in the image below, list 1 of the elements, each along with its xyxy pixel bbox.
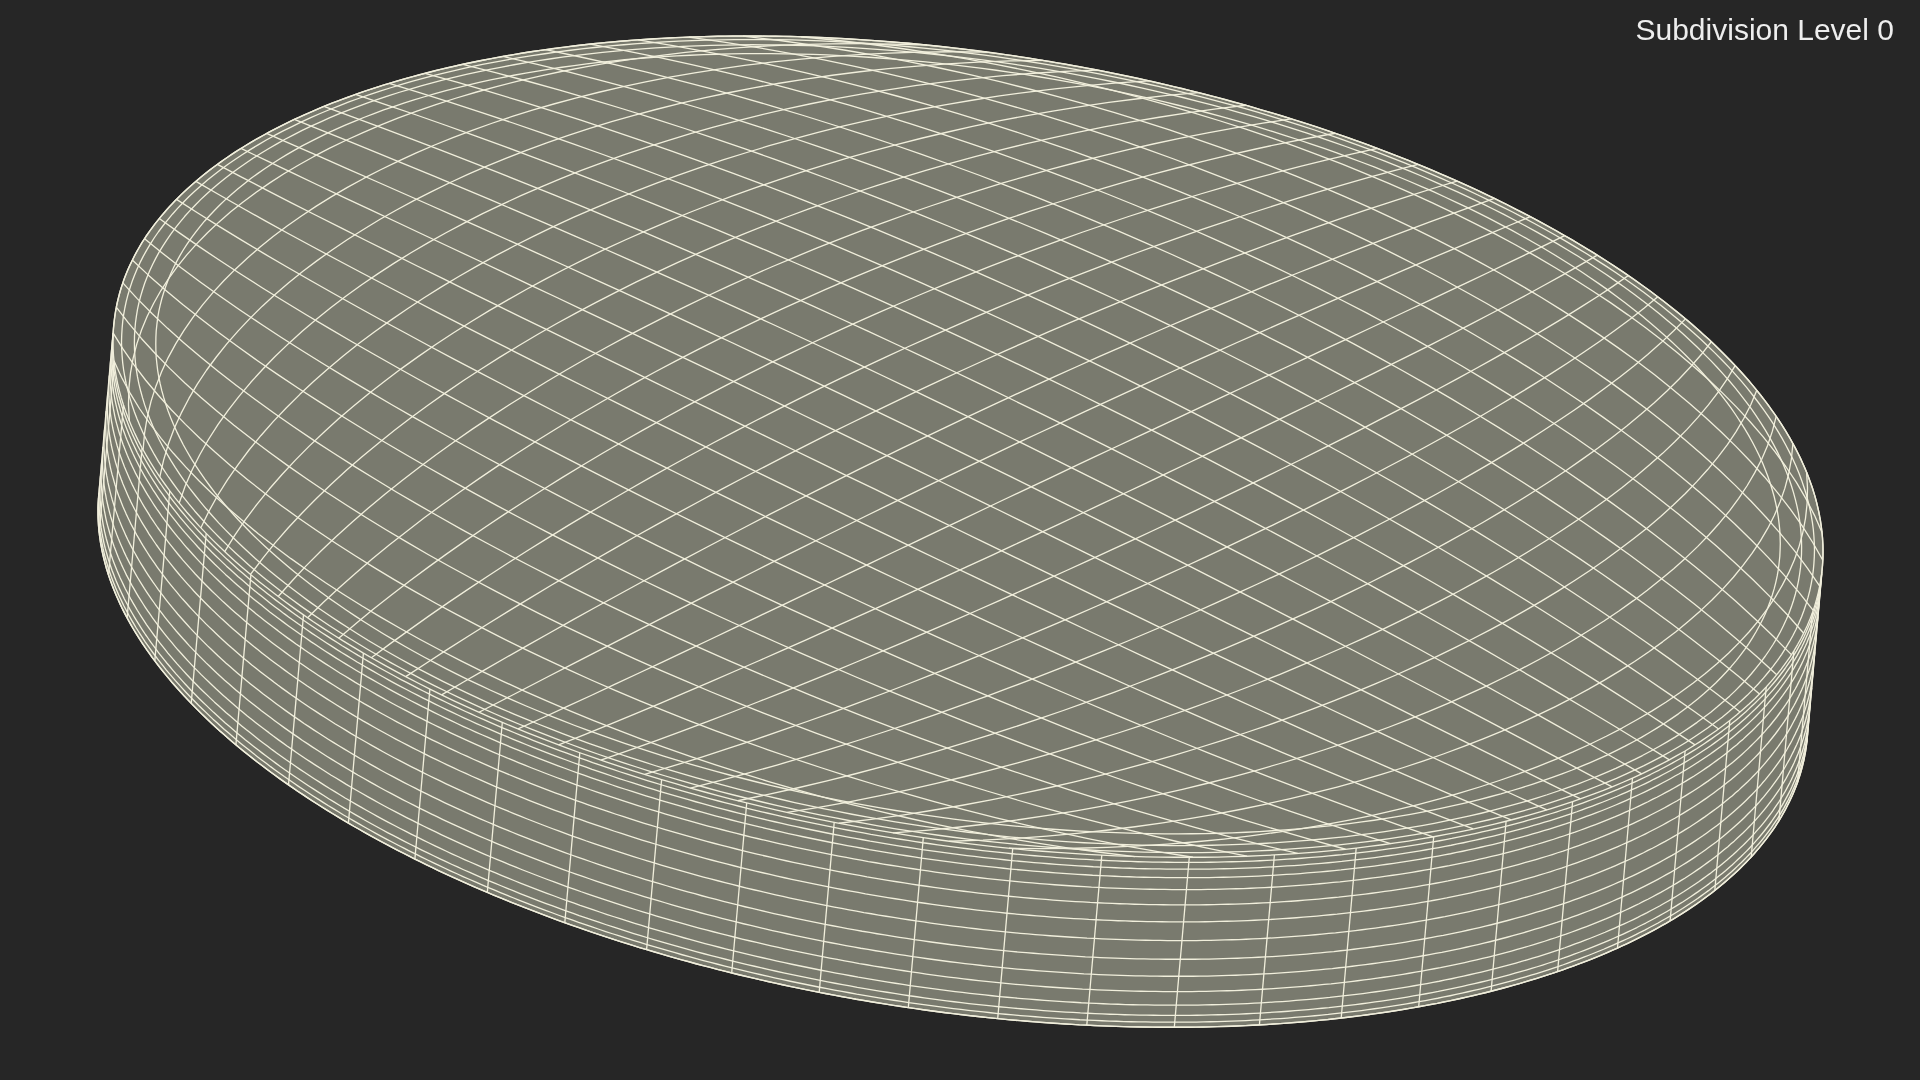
subdivision-level-label: Subdivision Level 0 [1635, 12, 1894, 48]
